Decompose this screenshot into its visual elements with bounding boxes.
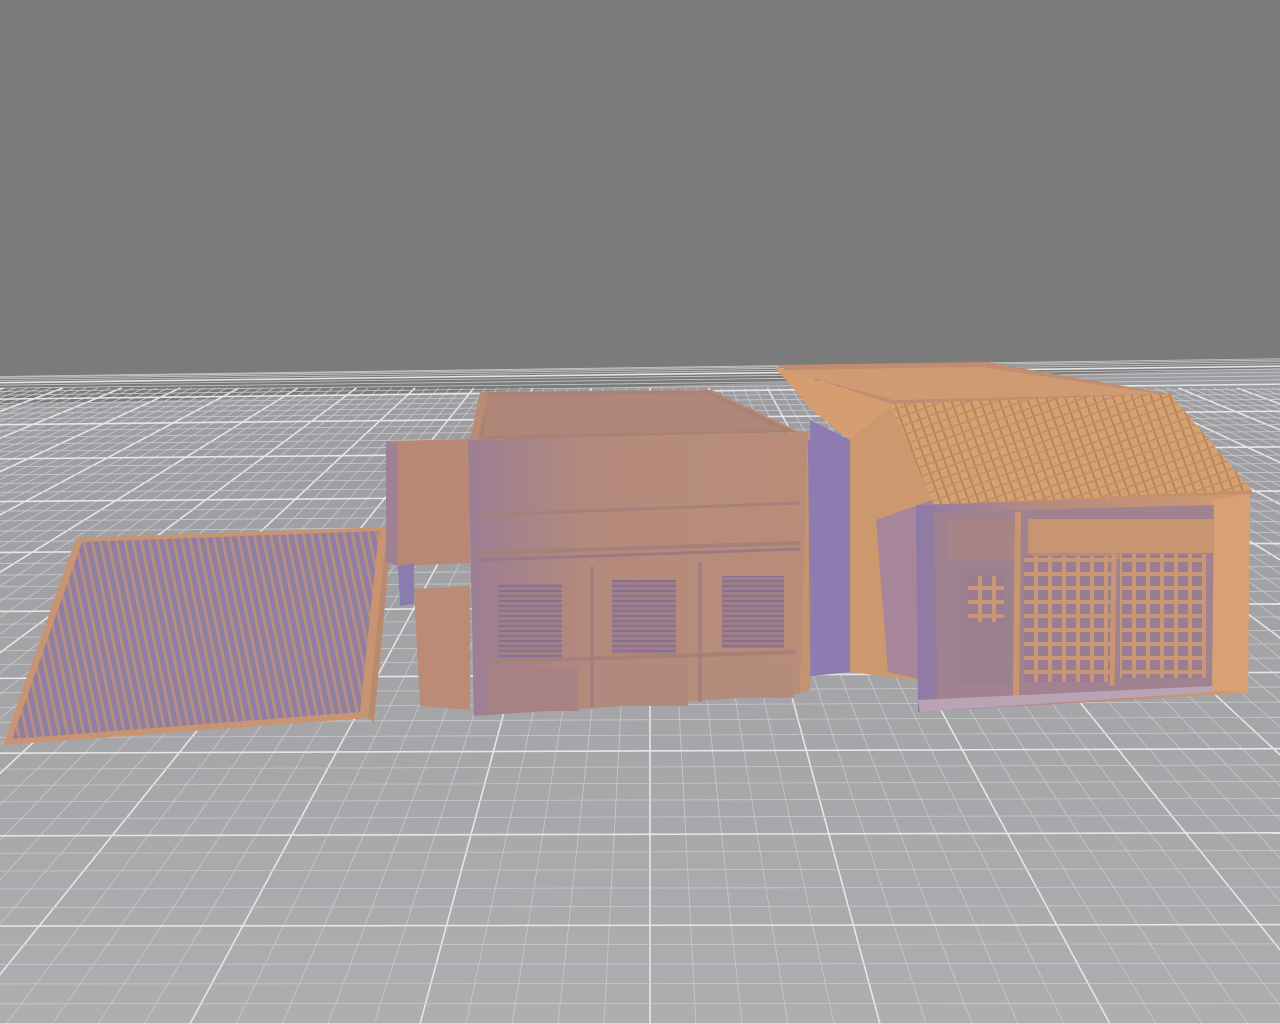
tiled-roof-shophouse[interactable] <box>774 362 1252 712</box>
viewport-canvas[interactable] <box>0 0 1280 1024</box>
3d-viewport[interactable] <box>0 0 1280 1024</box>
